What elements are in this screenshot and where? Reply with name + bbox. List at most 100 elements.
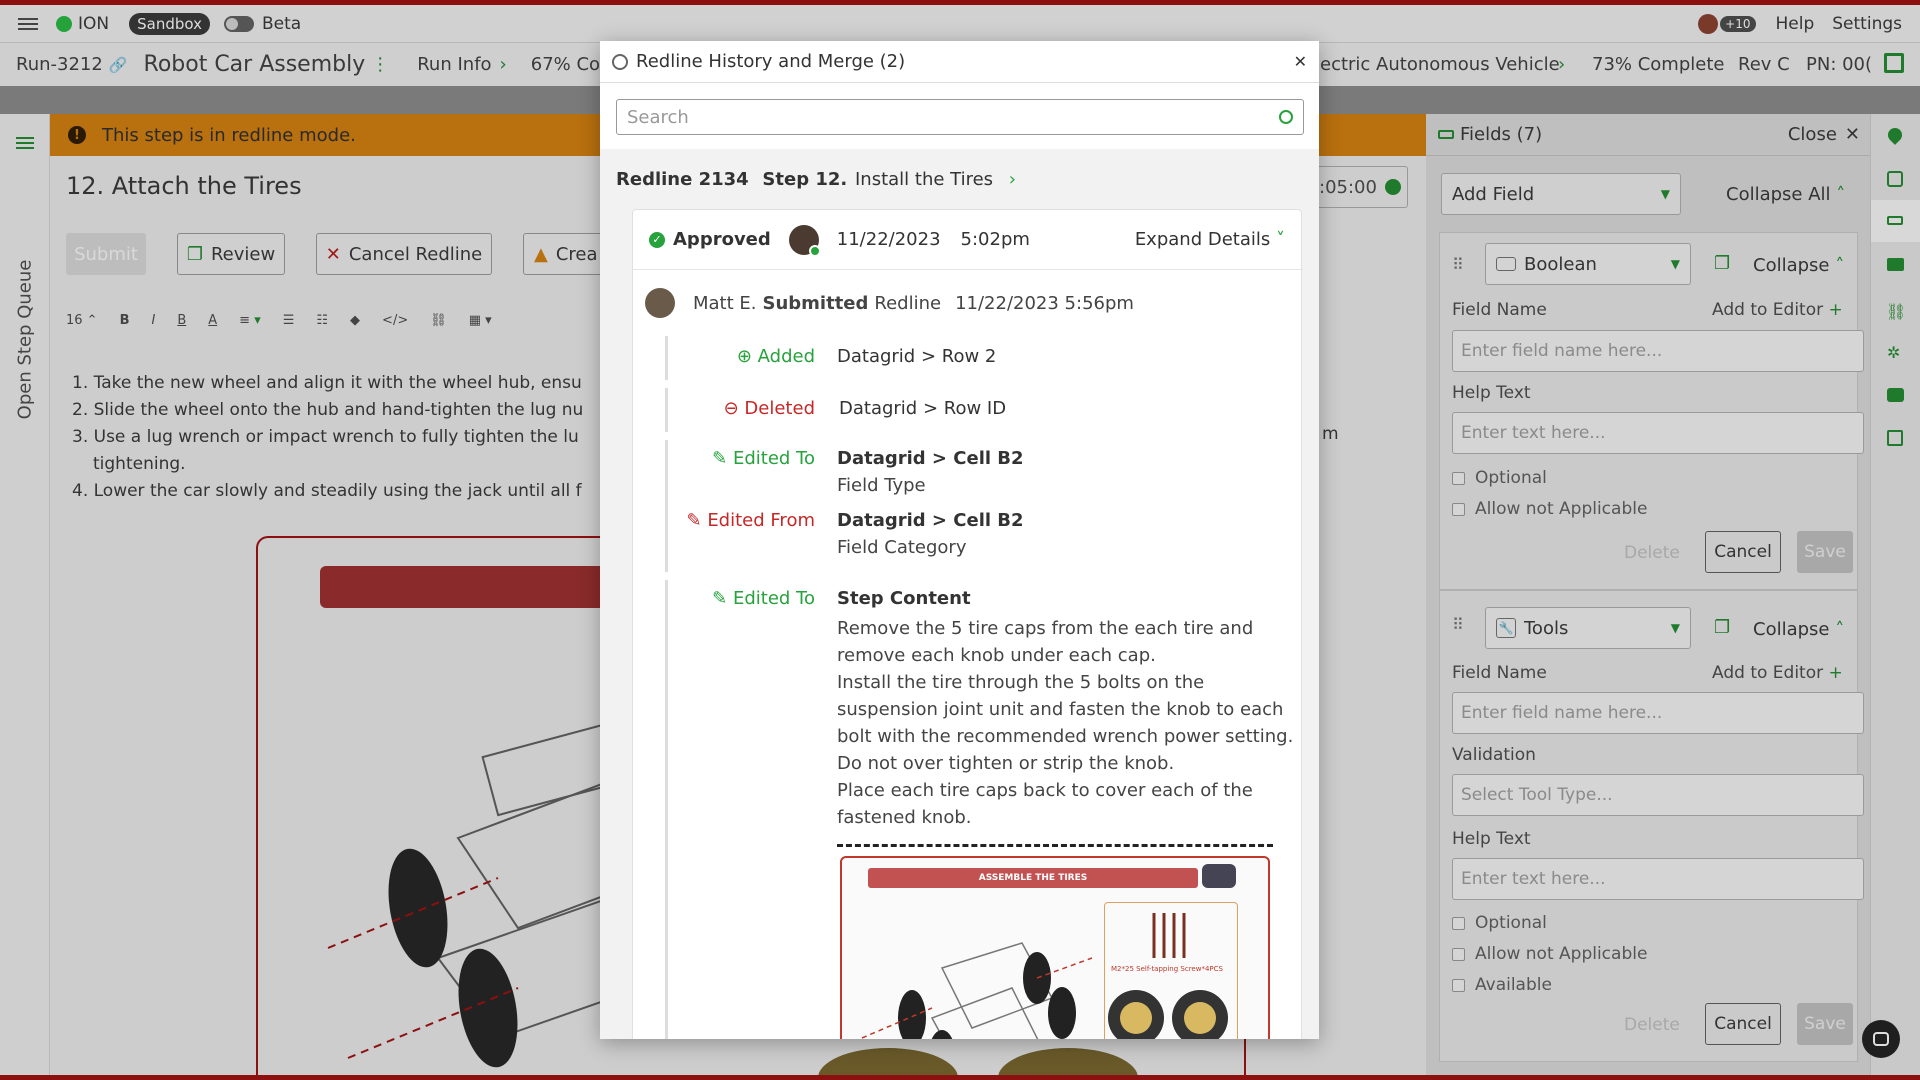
caret-down-icon: ▼ <box>1660 187 1670 201</box>
collapse-button[interactable]: Collapse ˄ <box>1753 619 1844 640</box>
close-panel-button[interactable]: Close <box>1788 124 1837 145</box>
settings-gear-icon[interactable]: ✲ <box>1887 343 1900 362</box>
edit-icon: ✎ <box>686 510 702 531</box>
optional-checkbox[interactable]: Optional <box>1452 468 1547 488</box>
numbered-list-icon[interactable]: ☷ <box>316 313 328 328</box>
align-icon[interactable]: ≡ ▾ <box>239 313 261 328</box>
review-button[interactable]: ❐ Review <box>177 233 285 275</box>
collapse-all-button[interactable]: Collapse All ˄ <box>1726 184 1845 205</box>
close-modal-icon[interactable]: ✕ <box>1294 52 1307 71</box>
content-line: bolt with the recommended wrench power s… <box>837 726 1294 747</box>
available-checkbox[interactable]: Available <box>1452 975 1552 995</box>
field-type-select[interactable]: Boolean ▼ <box>1485 243 1691 285</box>
right-tool-rail: ⛓ ✲ <box>1870 114 1920 1075</box>
part-number-text: PN: 00( <box>1806 54 1873 75</box>
submit-button[interactable]: Submit <box>66 233 146 275</box>
copy-icon[interactable]: ❐ <box>1714 617 1730 638</box>
help-link[interactable]: Help <box>1776 14 1815 34</box>
beta-toggle[interactable] <box>223 15 254 32</box>
add-field-select[interactable]: Add Field ▼ <box>1441 173 1681 215</box>
window-bottom-border <box>0 1075 1920 1080</box>
list-item: 4. Lower the car slowly and steadily usi… <box>72 481 582 501</box>
add-to-editor-button[interactable]: Add to Editor + <box>1712 300 1843 320</box>
run-title: Robot Car Assembly <box>143 52 366 77</box>
delete-button[interactable]: Delete <box>1624 1015 1680 1035</box>
search-input[interactable]: Search <box>616 99 1304 135</box>
cancel-redline-label: Cancel Redline <box>348 243 483 265</box>
search-icon[interactable] <box>1279 110 1293 124</box>
content-line: suspension joint unit and fasten the kno… <box>837 699 1284 720</box>
tool-type-select[interactable]: Select Tool Type... <box>1452 774 1864 816</box>
allow-na-checkbox[interactable]: Allow not Applicable <box>1452 944 1647 964</box>
comment-icon[interactable] <box>1887 388 1904 402</box>
fill-color-icon[interactable]: ◆ <box>350 313 360 328</box>
bullet-list-icon[interactable]: ☰ <box>283 313 295 328</box>
step-name: Install the Tires <box>854 169 994 190</box>
vehicle-link[interactable]: ectric Autonomous Vehicle <box>1320 54 1560 75</box>
qr-code-icon[interactable] <box>1884 53 1904 73</box>
chip-icon[interactable] <box>1887 171 1903 187</box>
delete-button[interactable]: Delete <box>1624 543 1680 563</box>
save-button[interactable]: Save <box>1797 531 1853 573</box>
text-color-icon[interactable]: A <box>208 313 217 328</box>
change-path: Datagrid > Cell B2 <box>837 510 1024 531</box>
folder-icon[interactable] <box>1887 258 1904 271</box>
redline-breadcrumb[interactable]: Redline 2134 Step 12. Install the Tires … <box>616 169 1016 190</box>
content-line: Do not over tighten or strip the knob. <box>837 753 1175 774</box>
run-info-link[interactable]: Run Info <box>417 54 491 75</box>
list-icon[interactable] <box>16 134 34 152</box>
content-image: ASSEMBLE THE TIRES M2*25 Self-tapping Sc… <box>840 856 1270 1039</box>
cancel-button[interactable]: Cancel <box>1705 1003 1781 1045</box>
optional-checkbox[interactable]: Optional <box>1452 913 1547 933</box>
redline-id: Redline 2134 <box>616 169 749 190</box>
revision-text: Rev C <box>1738 54 1790 75</box>
table-icon[interactable] <box>1887 430 1903 446</box>
approver-avatar <box>788 224 821 257</box>
add-to-editor-button[interactable]: Add to Editor + <box>1712 663 1843 683</box>
change-kind: ⊖ Deleted <box>723 398 815 419</box>
font-size-select[interactable]: 16 ⌃ <box>66 313 98 328</box>
chain-link-icon[interactable]: ⛓ <box>1886 302 1906 321</box>
table-icon[interactable]: ▦ ▾ <box>469 313 492 328</box>
field-name-input[interactable]: Enter field name here... <box>1452 330 1864 372</box>
drag-handle-icon[interactable]: ⠿ <box>1452 615 1464 634</box>
close-icon[interactable]: ✕ <box>1845 124 1860 145</box>
settings-link[interactable]: Settings <box>1832 14 1902 34</box>
dashed-divider <box>837 844 1273 847</box>
help-text-input[interactable]: Enter text here... <box>1452 858 1864 900</box>
save-button[interactable]: Save <box>1797 1003 1853 1045</box>
bold-icon[interactable]: B <box>120 313 130 328</box>
more-vertical-icon[interactable]: ⋮ <box>371 54 389 75</box>
cancel-redline-button[interactable]: ✕ Cancel Redline <box>316 233 492 275</box>
allow-na-checkbox[interactable]: Allow not Applicable <box>1452 499 1647 519</box>
avatar-count-badge[interactable]: +10 <box>1720 15 1756 32</box>
cancel-button[interactable]: Cancel <box>1705 531 1781 573</box>
field-type-label: Boolean <box>1524 253 1597 275</box>
underline-icon[interactable]: B <box>177 313 186 328</box>
copy-icon[interactable]: ❐ <box>1714 253 1730 274</box>
location-pin-icon[interactable] <box>1885 125 1905 145</box>
field-name-input[interactable]: Enter field name here... <box>1452 692 1864 734</box>
link-icon[interactable]: 🔗 <box>109 56 128 74</box>
edit-icon: ✎ <box>712 448 728 469</box>
drag-handle-icon[interactable]: ⠿ <box>1452 255 1464 274</box>
link-icon[interactable]: ⛓ <box>430 313 447 328</box>
chat-launcher-icon[interactable] <box>1862 1020 1900 1058</box>
help-text-input[interactable]: Enter text here... <box>1452 412 1864 454</box>
italic-icon[interactable]: I <box>152 313 156 328</box>
field-card-boolean: ⠿ Boolean ▼ ❐ Collapse ˄ Field Name Add t… <box>1439 232 1864 590</box>
code-icon[interactable]: </> <box>382 313 408 328</box>
list-item: 1. Take the new wheel and align it with … <box>72 373 582 393</box>
expand-details-button[interactable]: Expand Details ˅ <box>1135 229 1285 250</box>
submission-entity: Redline <box>874 292 942 314</box>
fields-tab[interactable] <box>1871 200 1920 242</box>
change-path: Datagrid > Cell B2 <box>837 448 1024 469</box>
open-step-queue-label[interactable]: Open Step Queue <box>15 260 36 420</box>
edit-icon: ✎ <box>712 588 728 609</box>
user-avatar[interactable] <box>1698 13 1719 34</box>
help-text-label: Help Text <box>1452 383 1531 403</box>
collapse-button[interactable]: Collapse ˄ <box>1753 255 1844 276</box>
step-queue-rail[interactable]: Open Step Queue <box>0 114 50 1075</box>
hamburger-menu-icon[interactable] <box>18 15 38 33</box>
field-type-select[interactable]: 🔧 Tools ▼ <box>1485 607 1691 649</box>
